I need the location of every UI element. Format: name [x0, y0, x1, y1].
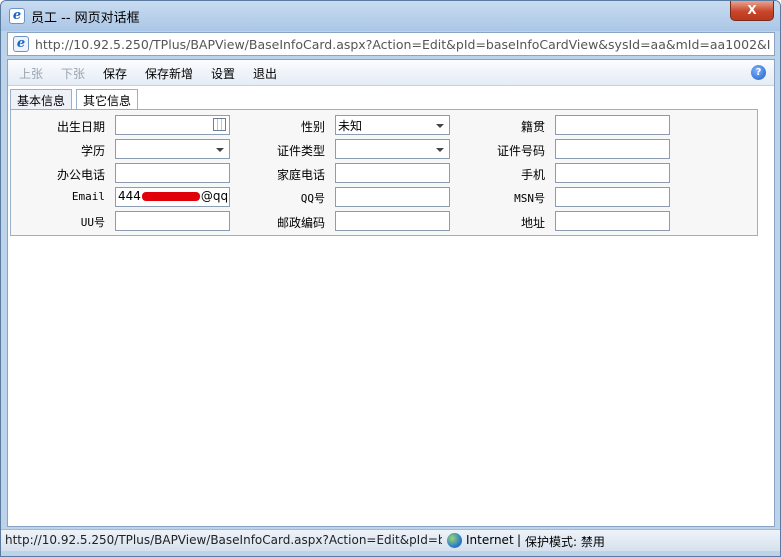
title-bar: e 员工 -- 网页对话框 X: [1, 1, 780, 31]
id-type-label: 证件类型: [276, 144, 325, 158]
id-number-label: 证件号码: [496, 144, 545, 158]
birth-date-label: 出生日期: [56, 120, 105, 134]
toolbar: 上张 下张 保存 保存新增 设置 退出 ?: [8, 60, 774, 86]
next-record-button[interactable]: 下张: [61, 65, 85, 82]
window-title: 员工 -- 网页对话框: [31, 11, 140, 26]
exit-button[interactable]: 退出: [253, 65, 277, 82]
save-new-button[interactable]: 保存新增: [145, 65, 193, 82]
ie-icon: e: [9, 8, 25, 24]
protected-mode: 保护模式: 禁用: [525, 535, 605, 549]
address-label: 地址: [520, 216, 545, 230]
id-number-input[interactable]: [555, 139, 670, 159]
office-phone-input[interactable]: [115, 163, 230, 183]
native-place-input[interactable]: [555, 115, 670, 135]
msn-input[interactable]: [555, 187, 670, 207]
redaction-mark: [141, 192, 200, 201]
chevron-down-icon: [216, 148, 224, 152]
settings-button[interactable]: 设置: [211, 65, 235, 82]
tab-basic-info[interactable]: 基本信息: [10, 89, 73, 109]
save-button[interactable]: 保存: [103, 65, 127, 82]
mobile-label: 手机: [520, 168, 545, 182]
mobile-input[interactable]: [555, 163, 670, 183]
help-icon[interactable]: ?: [751, 65, 766, 80]
prev-record-button[interactable]: 上张: [19, 65, 43, 82]
birth-date-input[interactable]: [115, 115, 230, 135]
email-input[interactable]: 444 @qq.com: [115, 187, 230, 207]
qq-label: QQ号: [300, 192, 325, 205]
form-panel: 出生日期 性别 未知 籍贯 学历 证件类型 证件号码 办公电话 家庭电话 手机 …: [10, 109, 758, 236]
ie-page-icon: e: [13, 36, 29, 52]
id-type-select[interactable]: [335, 139, 450, 159]
home-phone-input[interactable]: [335, 163, 450, 183]
chevron-down-icon: [436, 148, 444, 152]
postcode-input[interactable]: [335, 211, 450, 231]
chevron-down-icon: [436, 124, 444, 128]
gender-value: 未知: [338, 119, 363, 133]
close-button[interactable]: X: [730, 1, 774, 21]
uu-label: UU号: [80, 216, 105, 229]
tab-other-info[interactable]: 其它信息: [76, 89, 139, 110]
page-content: 上张 下张 保存 保存新增 设置 退出 ? 基本信息 其它信息 出生日期 性别 …: [7, 59, 775, 527]
security-zone: Internet: [466, 533, 514, 547]
uu-input[interactable]: [115, 211, 230, 231]
education-select[interactable]: [115, 139, 230, 159]
email-label: Email: [71, 190, 105, 203]
status-url: http://10.92.5.250/TPlus/BAPView/BaseInf…: [5, 533, 442, 547]
qq-input[interactable]: [335, 187, 450, 207]
calendar-icon[interactable]: [213, 118, 226, 131]
dialog-window: e 员工 -- 网页对话框 X e http://10.92.5.250/TPl…: [0, 0, 781, 557]
office-phone-label: 办公电话: [56, 168, 105, 182]
address-bar[interactable]: e http://10.92.5.250/TPlus/BAPView/BaseI…: [7, 32, 775, 56]
email-value-suffix: @qq.com: [200, 189, 229, 203]
email-value-prefix: 444: [118, 189, 141, 203]
education-label: 学历: [80, 144, 105, 158]
address-text: http://10.92.5.250/TPlus/BAPView/BaseInf…: [35, 37, 771, 52]
status-separator: |: [517, 533, 522, 547]
globe-icon: [447, 533, 462, 548]
gender-select[interactable]: 未知: [335, 115, 450, 135]
msn-label: MSN号: [514, 192, 545, 205]
postcode-label: 邮政编码: [276, 216, 325, 230]
status-bar: http://10.92.5.250/TPlus/BAPView/BaseInf…: [1, 529, 780, 551]
address-input[interactable]: [555, 211, 670, 231]
gender-label: 性别: [300, 120, 325, 134]
native-place-label: 籍贯: [520, 120, 545, 134]
home-phone-label: 家庭电话: [276, 168, 325, 182]
